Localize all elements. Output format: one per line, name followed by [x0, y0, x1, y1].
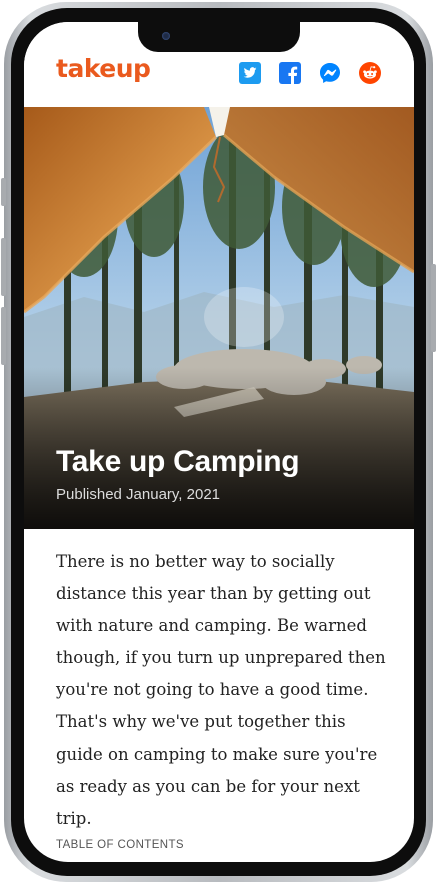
reddit-share-button[interactable]: [359, 62, 381, 84]
article-title: Take up Camping: [56, 445, 300, 478]
published-date: Published January, 2021: [56, 486, 221, 503]
facebook-icon: [279, 62, 301, 84]
takeup-logo[interactable]: takeup: [56, 54, 151, 83]
reddit-icon: [359, 62, 381, 84]
mute-switch: [1, 178, 6, 206]
messenger-icon: [320, 63, 340, 83]
volume-down-button: [1, 307, 6, 365]
article-intro: There is no better way to socially dista…: [56, 552, 386, 828]
front-camera: [162, 32, 170, 40]
messenger-share-button[interactable]: [319, 62, 341, 84]
screen: takeup Take up Camping Published January…: [24, 22, 414, 862]
twitter-share-button[interactable]: [239, 62, 261, 84]
facebook-share-button[interactable]: [279, 62, 301, 84]
twitter-icon: [239, 62, 261, 84]
power-button: [431, 264, 436, 352]
table-of-contents-heading: TABLE OF CONTENTS: [56, 839, 184, 851]
notch: [138, 22, 300, 52]
hero-image: Take up Camping Published January, 2021: [24, 107, 414, 529]
volume-up-button: [1, 238, 6, 296]
